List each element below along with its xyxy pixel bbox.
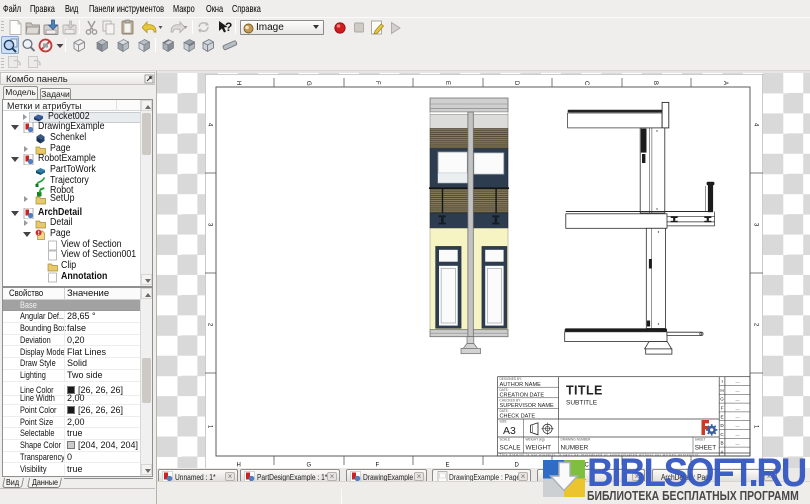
svg-text:B: B [721,441,724,446]
svg-text:—: — [736,380,740,385]
svg-text:SCALE: SCALE [500,438,510,442]
svg-text:CHECK DATE: CHECK DATE [500,414,536,420]
svg-text:DRAWING NUMBER: DRAWING NUMBER [561,438,592,442]
svg-text:?: ? [225,20,232,34]
svg-text:SUBTITLE: SUBTITLE [566,400,598,407]
svg-text:F: F [374,81,380,85]
svg-text:WEIGHT (kg): WEIGHT (kg) [526,438,545,442]
svg-text:A3: A3 [503,425,516,437]
svg-text:—: — [736,397,740,402]
svg-text:—: — [736,415,740,420]
svg-text:H: H [720,388,723,393]
svg-text:E: E [444,81,450,85]
svg-text:DATE:: DATE: [500,409,509,413]
svg-text:A: A [722,81,728,85]
svg-text:DATE:: DATE: [500,388,509,392]
svg-text:I: I [721,379,722,384]
svg-text:DESIGNED BY:: DESIGNED BY: [500,377,523,381]
svg-text:SHEET: SHEET [695,438,706,442]
svg-text:—: — [736,406,740,411]
svg-text:H: H [235,81,241,85]
svg-text:SCALE: SCALE [500,445,521,452]
svg-text:C: C [583,81,589,86]
svg-text:B: B [652,81,658,85]
svg-text:G: G [305,81,311,86]
svg-text:G: G [720,397,724,402]
svg-text:—: — [736,388,740,393]
svg-text:NUMBER: NUMBER [561,445,589,452]
svg-text:D: D [513,81,519,86]
svg-text:SIZE: SIZE [500,420,507,424]
svg-text:—: — [736,432,740,437]
svg-text:E: E [721,414,724,419]
svg-text:F: F [721,406,724,411]
svg-text:TITLE: TITLE [566,384,603,398]
svg-text:—: — [736,424,740,429]
svg-text:—: — [736,441,740,446]
svg-text:CHECKED BY:: CHECKED BY: [500,398,522,402]
svg-text:WEIGHT: WEIGHT [526,445,552,452]
